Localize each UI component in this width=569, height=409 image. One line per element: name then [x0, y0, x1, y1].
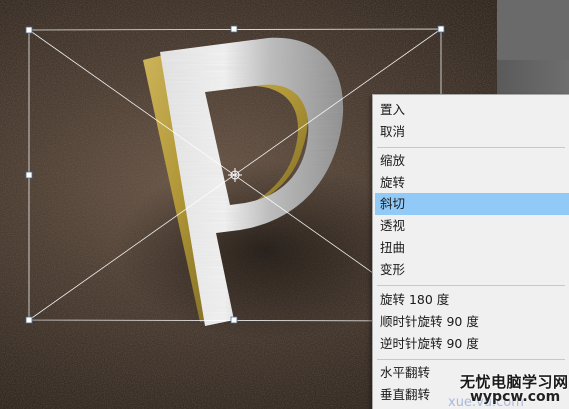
- menu-separator: [377, 359, 565, 360]
- handle-top-right: [437, 25, 445, 33]
- handle-bottom-center: [230, 316, 238, 324]
- menu-separator: [377, 285, 565, 286]
- menu-separator: [377, 147, 565, 148]
- menu-item-place[interactable]: 置入: [375, 99, 569, 121]
- transform-context-menu[interactable]: 置入 取消 缩放 旋转 斜切 透视 扭曲 变形 旋转 180 度 顺时针旋转 9…: [372, 94, 569, 409]
- menu-item-rotate-180[interactable]: 旋转 180 度: [375, 289, 569, 311]
- menu-item-skew[interactable]: 斜切: [375, 193, 569, 215]
- menu-item-rotate-90-ccw[interactable]: 逆时针旋转 90 度: [375, 333, 569, 355]
- menu-item-rotate[interactable]: 旋转: [375, 172, 569, 194]
- menu-item-distort[interactable]: 扭曲: [375, 237, 569, 259]
- menu-item-warp[interactable]: 变形: [375, 259, 569, 281]
- menu-item-cancel[interactable]: 取消: [375, 121, 569, 143]
- photoshop-window: 置入 取消 缩放 旋转 斜切 透视 扭曲 变形 旋转 180 度 顺时针旋转 9…: [0, 0, 569, 409]
- menu-item-scale[interactable]: 缩放: [375, 150, 569, 172]
- handle-top-left: [25, 26, 33, 34]
- watermark-url: wypcw.com: [470, 389, 561, 405]
- handle-top-center: [230, 25, 238, 33]
- menu-item-perspective[interactable]: 透视: [375, 215, 569, 237]
- menu-item-rotate-90-cw[interactable]: 顺时针旋转 90 度: [375, 311, 569, 333]
- handle-bottom-left: [25, 316, 33, 324]
- letter-shadow: [115, 160, 415, 340]
- handle-middle-left: [25, 171, 33, 179]
